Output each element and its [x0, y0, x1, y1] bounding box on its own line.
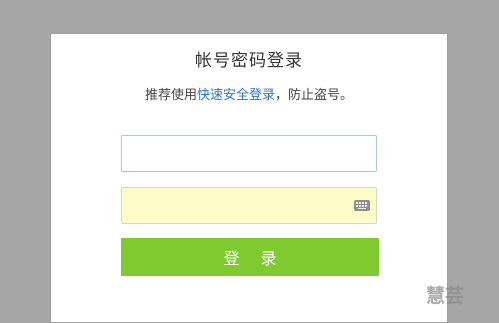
username-field[interactable] — [121, 135, 377, 172]
login-button[interactable]: 登 录 — [121, 238, 379, 276]
keyboard-icon[interactable] — [354, 200, 370, 211]
password-field[interactable] — [121, 187, 377, 224]
panel-subtitle: 推荐使用快速安全登录，防止盗号。 — [51, 84, 447, 103]
panel-title: 帐号密码登录 — [195, 51, 303, 71]
subtitle-suffix: ，防止盗号。 — [275, 88, 354, 103]
quick-login-link[interactable]: 快速安全登录 — [197, 88, 275, 103]
login-panel: 帐号密码登录 推荐使用快速安全登录，防止盗号。 登 录 — [50, 33, 448, 323]
subtitle-prefix: 推荐使用 — [144, 88, 197, 103]
watermark-text: 慧芸 — [426, 285, 465, 307]
